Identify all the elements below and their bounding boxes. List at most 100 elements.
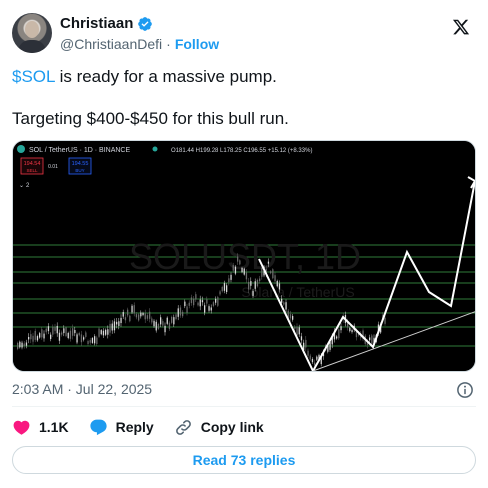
reply-button[interactable]: Reply <box>89 418 154 437</box>
candle-body <box>237 256 239 262</box>
candle-body <box>184 301 186 307</box>
candle-body <box>91 338 94 343</box>
candle-body <box>122 312 124 317</box>
candle-body <box>298 327 300 335</box>
candle-body <box>17 342 19 349</box>
candle-body <box>131 305 133 313</box>
candle-body <box>221 286 223 292</box>
candle-body <box>267 261 270 264</box>
candle-body <box>190 297 193 304</box>
candle-body <box>58 332 61 341</box>
heart-icon <box>13 420 30 435</box>
candle-body <box>162 321 164 326</box>
candle-body <box>67 332 69 339</box>
candle-body <box>63 328 65 334</box>
candle-body <box>87 341 89 344</box>
candle-body <box>140 312 142 317</box>
candle-body <box>261 267 263 277</box>
candle-body <box>113 321 116 331</box>
copy-link-label: Copy link <box>200 419 264 435</box>
tweet-text: $SOL is ready for a massive pump. Target… <box>12 66 476 130</box>
reply-label: Reply <box>115 419 154 435</box>
candle-body <box>41 329 43 338</box>
candle-body <box>230 274 232 280</box>
read-replies-button[interactable]: Read 73 replies <box>12 446 476 474</box>
candle-body <box>316 356 318 360</box>
buy-label: BUY <box>75 168 84 173</box>
candle-body <box>248 281 250 290</box>
candle-body <box>94 336 96 344</box>
watermark-title: SOLUSDT, 1D <box>129 236 361 277</box>
info-icon[interactable] <box>456 381 474 399</box>
candle-body <box>259 278 261 282</box>
sell-label: SELL <box>26 168 38 173</box>
candle-body <box>111 323 113 331</box>
candle-body <box>43 333 45 339</box>
author-name-row: Christiaan <box>60 15 153 32</box>
candle-body <box>296 326 298 336</box>
candle-body <box>164 325 166 333</box>
candle-body <box>135 314 138 318</box>
candle-body <box>285 302 287 310</box>
author-handle[interactable]: @ChristiaanDefi <box>60 36 162 52</box>
candle-body <box>212 302 215 306</box>
candle-body <box>314 362 316 366</box>
spread-value: 0.01 <box>48 164 58 170</box>
verified-badge-icon <box>138 16 153 31</box>
candle-body <box>100 330 102 335</box>
indicators-chevron-icon: ⌄ <box>19 183 24 189</box>
candle-body <box>129 315 131 322</box>
cashtag-link[interactable]: $SOL <box>12 67 55 86</box>
candle-body <box>74 330 76 334</box>
chart-ohlc: O181.44 H199.28 L178.25 C196.55 +15.12 (… <box>171 148 312 154</box>
candle-body <box>193 298 195 306</box>
candle-body <box>281 298 283 303</box>
tweet-media-chart[interactable]: SOLUSDT, 1D Solana / TetherUS SOL / Teth… <box>12 140 476 372</box>
candle-body <box>23 343 25 347</box>
candle-body <box>289 314 292 319</box>
avatar[interactable] <box>12 13 52 53</box>
watermark-subtitle: Solana / TetherUS <box>241 284 354 300</box>
tweet-line-1-text: is ready for a massive pump. <box>54 67 277 86</box>
candle-body <box>274 275 276 282</box>
candle-body <box>127 309 129 316</box>
candle-body <box>39 333 41 338</box>
candle-body <box>294 326 296 329</box>
tweet-line-1: $SOL is ready for a massive pump. <box>12 66 476 88</box>
candle-body <box>116 321 118 325</box>
link-icon <box>175 419 191 435</box>
sell-price: 194.54 <box>24 161 41 167</box>
candle-body <box>201 300 204 303</box>
candle-body <box>54 327 56 331</box>
divider <box>12 406 476 407</box>
candle-body <box>272 269 274 279</box>
candle-body <box>120 317 122 324</box>
candle-body <box>19 341 21 348</box>
candle-body <box>336 336 338 339</box>
candle-body <box>25 342 28 346</box>
candle-body <box>146 315 149 319</box>
x-logo-icon[interactable] <box>452 18 470 36</box>
tweet-timestamp[interactable]: 2:03 AM · Jul 22, 2025 <box>12 381 152 397</box>
candle-body <box>199 299 201 307</box>
candle-body <box>179 307 182 316</box>
candle-body <box>226 285 228 292</box>
candle-body <box>239 260 241 265</box>
candle-body <box>21 342 23 348</box>
candle-body <box>83 337 85 340</box>
candle-body <box>186 306 188 313</box>
candle-body <box>50 334 52 339</box>
candle-body <box>173 317 175 325</box>
candle-body <box>85 332 87 337</box>
candle-body <box>292 316 294 320</box>
like-button[interactable]: 1.1K <box>12 418 69 437</box>
candle-body <box>80 334 83 343</box>
candle-body <box>208 306 210 311</box>
copy-link-button[interactable]: Copy link <box>174 418 264 437</box>
candle-body <box>234 266 237 274</box>
author-name[interactable]: Christiaan <box>60 15 133 32</box>
follow-button[interactable]: Follow <box>175 36 219 52</box>
candle-body <box>166 317 168 324</box>
chart-image: SOLUSDT, 1D Solana / TetherUS SOL / Teth… <box>13 141 475 371</box>
candle-body <box>232 265 234 271</box>
